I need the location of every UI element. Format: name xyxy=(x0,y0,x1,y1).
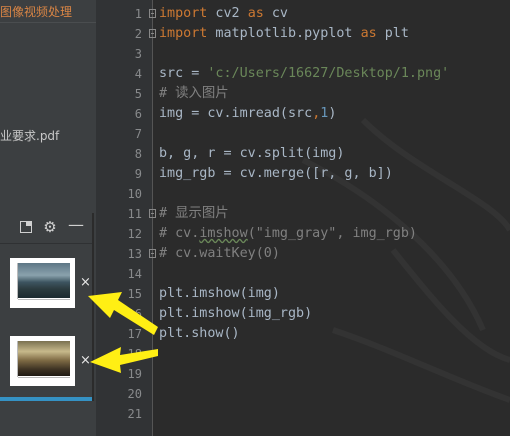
axis-line xyxy=(17,263,18,299)
plot-thumbnail[interactable] xyxy=(10,336,75,386)
line-number: 6 xyxy=(134,107,142,121)
code-line[interactable]: import matplotlib.pyplot as plt xyxy=(159,24,409,44)
line-number: 9 xyxy=(134,167,142,181)
close-plot-icon[interactable]: × xyxy=(80,354,91,368)
fold-marker-icon[interactable] xyxy=(149,209,157,219)
code-line[interactable]: src = 'c:/Users/16627/Desktop/1.png' xyxy=(159,64,449,84)
minimize-icon[interactable]: — xyxy=(68,217,84,233)
line-number: 5 xyxy=(134,87,142,101)
code-line[interactable]: img_rgb = cv.merge([r, g, b]) xyxy=(159,164,393,184)
line-number: 13 xyxy=(127,247,142,261)
line-number: 8 xyxy=(134,147,142,161)
close-plot-icon[interactable]: × xyxy=(80,276,91,290)
project-folder-item[interactable]: 图像视频处理 xyxy=(0,3,72,20)
line-number: 16 xyxy=(127,307,142,321)
code-token: import xyxy=(159,6,208,21)
line-number: 11 xyxy=(127,207,142,221)
file-label: 作业要求.pdf xyxy=(0,129,60,143)
fold-marker-icon[interactable] xyxy=(149,249,157,259)
code-token: import xyxy=(159,26,208,41)
line-number: 7 xyxy=(134,127,142,141)
divider xyxy=(0,22,96,23)
code-line[interactable]: img = cv.imread(src,1) xyxy=(159,104,336,124)
code-token: img_rgb = cv.merge([r, g, b]) xyxy=(159,166,393,181)
line-number: 4 xyxy=(134,67,142,81)
line-number: 12 xyxy=(127,227,142,241)
code-token: plt.show() xyxy=(159,326,240,341)
fold-marker-icon[interactable] xyxy=(149,9,157,19)
line-number: 20 xyxy=(127,387,142,401)
code-token: ) xyxy=(328,106,337,121)
code-token: img = cv.imread(src xyxy=(159,106,313,121)
code-token: b, g, r = cv.split(img) xyxy=(159,146,345,161)
code-line[interactable]: plt.imshow(img_rgb) xyxy=(159,304,312,324)
code-token: cv xyxy=(263,6,288,21)
code-token: as xyxy=(247,6,264,21)
code-line[interactable]: # cv.waitKey(0) xyxy=(159,244,280,264)
code-token: ("img_gray", img_rgb) xyxy=(247,226,417,241)
code-token: plt xyxy=(376,26,409,41)
code-token: # 读入图片 xyxy=(159,86,229,101)
plot-thumbnail[interactable] xyxy=(10,258,75,308)
layout-icon[interactable] xyxy=(18,219,34,235)
code-token: plt.imshow(img) xyxy=(159,286,280,301)
line-number: 19 xyxy=(127,367,142,381)
plot-image xyxy=(18,341,70,376)
plots-panel: ⚙ — × × xyxy=(0,213,94,401)
code-line[interactable]: plt.show() xyxy=(159,324,240,344)
line-number-gutter: 1 2 3 4 5 6 7 8 9 10 11 12 13 14 15 16 17 18 19 20 21 xyxy=(96,0,153,436)
code-line[interactable]: # 显示图片 xyxy=(159,204,229,224)
code-token: matplotlib.pyplot xyxy=(207,26,361,41)
code-token: cv2 xyxy=(207,6,248,21)
code-token: imshow xyxy=(199,226,248,241)
axis-line xyxy=(17,341,18,377)
code-token: # cv. xyxy=(159,226,200,241)
line-number: 10 xyxy=(127,187,142,201)
code-editor[interactable]: import cv2 as cv import matplotlib.pyplot… xyxy=(153,0,510,436)
code-token: 'c:/Users/16627/Desktop/1.png' xyxy=(207,66,450,81)
code-token: # 显示图片 xyxy=(159,206,229,221)
code-line[interactable]: # 读入图片 xyxy=(159,84,229,104)
code-token: src = xyxy=(159,66,208,81)
line-number: 21 xyxy=(127,407,142,421)
line-number: 15 xyxy=(127,287,142,301)
code-token: # cv.waitKey(0) xyxy=(159,246,280,261)
line-number: 3 xyxy=(134,47,142,61)
plot-image xyxy=(18,263,70,298)
gear-icon[interactable]: ⚙ xyxy=(42,219,58,235)
line-number: 2 xyxy=(134,27,142,41)
code-token: as xyxy=(360,26,377,41)
axis-line xyxy=(18,299,70,300)
code-line[interactable]: b, g, r = cv.split(img) xyxy=(159,144,344,164)
code-line[interactable]: import cv2 as cv xyxy=(159,4,288,24)
code-token: plt.imshow(img_rgb) xyxy=(159,306,313,321)
line-number: 14 xyxy=(127,267,142,281)
fold-marker-icon[interactable] xyxy=(149,29,157,39)
project-file-item[interactable]: 作业要求.pdf xyxy=(0,127,59,144)
plots-toolbar: ⚙ — xyxy=(0,213,92,244)
line-number: 18 xyxy=(127,347,142,361)
code-line[interactable]: # cv.imshow("img_gray", img_rgb) xyxy=(159,224,417,244)
code-line[interactable]: plt.imshow(img) xyxy=(159,284,280,304)
axis-line xyxy=(18,377,70,378)
panel-accent-bar xyxy=(0,397,92,401)
line-number: 1 xyxy=(134,7,142,21)
line-number: 17 xyxy=(127,327,142,341)
